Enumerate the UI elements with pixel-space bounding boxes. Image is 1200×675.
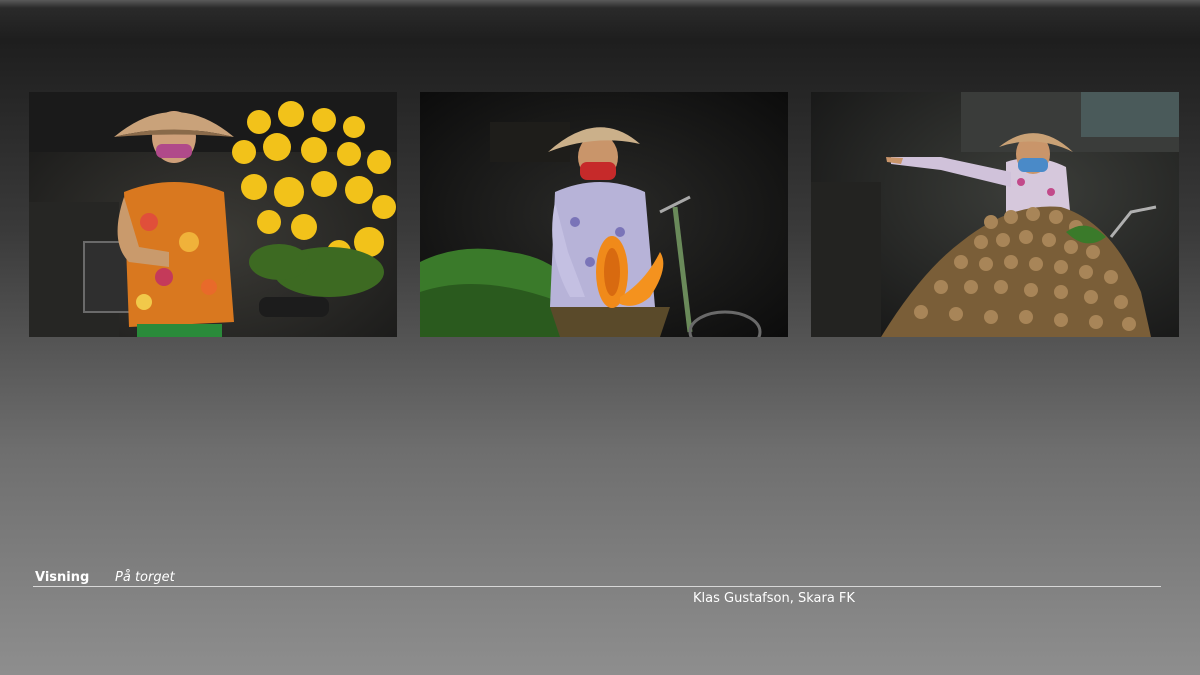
photo-longan-vendor bbox=[811, 92, 1179, 337]
photo-credit: Klas Gustafson, Skara FK bbox=[693, 591, 855, 606]
slide-title: Visning bbox=[35, 570, 90, 585]
photo-flower-vendor bbox=[29, 92, 397, 337]
slide-subtitle: På torget bbox=[115, 570, 175, 585]
footer-divider bbox=[33, 586, 1161, 587]
photo-papaya-vendor bbox=[420, 92, 788, 337]
